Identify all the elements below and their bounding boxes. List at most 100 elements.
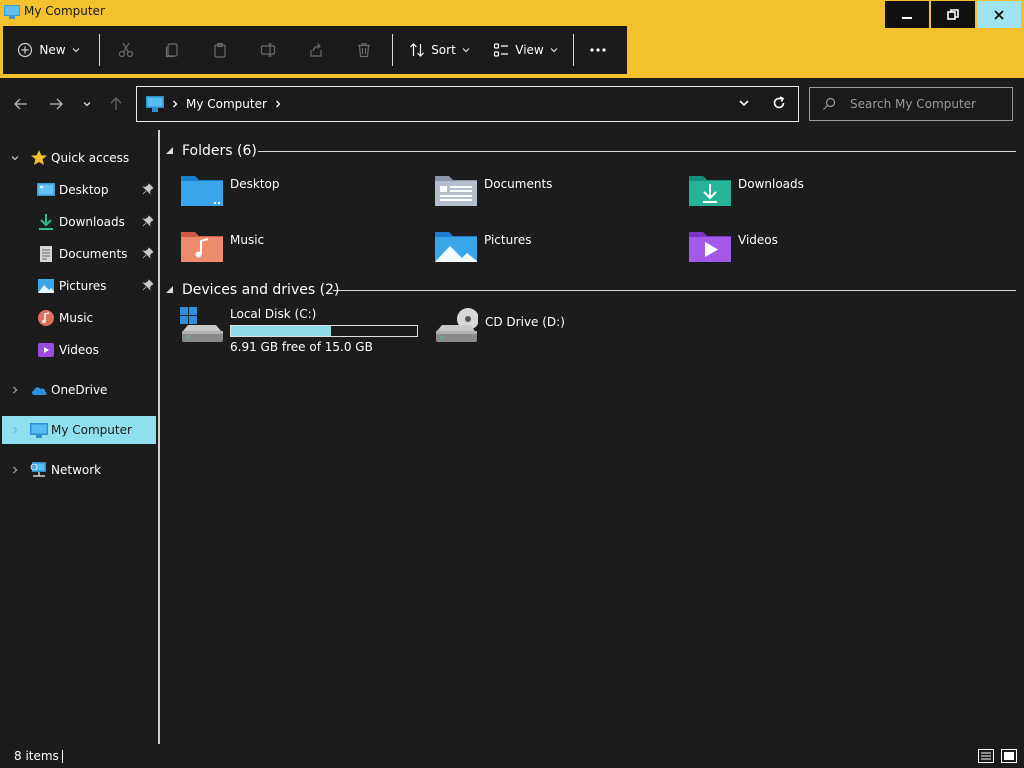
sidebar-item-downloads[interactable]: Downloads (2, 208, 156, 236)
folder-documents[interactable]: Documents (434, 172, 684, 216)
sidebar-item-desktop[interactable]: Desktop (2, 176, 156, 204)
minimize-button[interactable] (885, 1, 929, 28)
drive-free-space: 6.91 GB free of 15.0 GB (230, 340, 373, 354)
restore-button[interactable] (931, 1, 975, 28)
sort-label: Sort (431, 43, 456, 57)
rename-icon (260, 43, 276, 57)
pane-splitter[interactable] (158, 130, 160, 744)
sidebar-item-network[interactable]: Network (2, 456, 156, 484)
folder-downloads[interactable]: Downloads (688, 172, 938, 216)
arrow-left-icon (14, 98, 27, 110)
sidebar-item-label: OneDrive (51, 383, 108, 397)
pin-icon[interactable] (142, 279, 154, 291)
sort-button[interactable]: Sort (397, 26, 483, 74)
chevron-right-icon (13, 466, 18, 474)
documents-icon (40, 246, 52, 262)
sidebar-item-onedrive[interactable]: OneDrive (2, 376, 156, 404)
sidebar-item-label: Desktop (59, 183, 109, 197)
sidebar-item-label: Pictures (59, 279, 107, 293)
address-bar[interactable]: My Computer (136, 86, 799, 122)
scissors-icon (118, 42, 134, 58)
refresh-button[interactable] (772, 96, 786, 113)
sidebar-item-label: Downloads (59, 215, 125, 229)
view-button[interactable]: View (483, 26, 569, 74)
details-view-button[interactable] (978, 748, 994, 763)
plus-circle-icon (18, 42, 33, 58)
section-title: Devices and drives (2) (182, 282, 340, 298)
search-box[interactable]: Search My Computer (809, 87, 1013, 121)
folders-section-header[interactable]: Folders (6) (166, 141, 257, 161)
pin-icon[interactable] (142, 215, 154, 227)
sidebar-item-videos[interactable]: Videos (2, 336, 156, 364)
folder-music[interactable]: Music (180, 228, 430, 272)
sidebar-item-label: Quick access (51, 151, 130, 165)
sidebar-item-pictures[interactable]: Pictures (2, 272, 156, 300)
folder-name: Documents (484, 177, 553, 191)
copy-icon (165, 43, 178, 58)
sidebar-item-documents[interactable]: Documents (2, 240, 156, 268)
refresh-icon (773, 96, 785, 109)
forward-button[interactable] (44, 92, 68, 116)
minimize-icon (902, 16, 912, 19)
folder-pictures[interactable]: Pictures (434, 228, 684, 272)
sidebar-item-quick-access[interactable]: Quick access (2, 144, 156, 172)
recent-locations-button[interactable] (75, 92, 99, 116)
copy-button[interactable] (148, 26, 196, 74)
rename-button[interactable] (244, 26, 292, 74)
sort-icon (410, 43, 425, 57)
large-icons-view-button[interactable] (1001, 748, 1017, 763)
folder-desktop[interactable]: Desktop (180, 172, 430, 216)
view-list-icon (494, 43, 509, 57)
restore-icon (947, 8, 959, 20)
paste-button[interactable] (196, 26, 244, 74)
chevron-down-icon (11, 156, 19, 161)
downloads-icon (39, 214, 53, 230)
pictures-folder-icon (435, 232, 477, 262)
address-history-button[interactable] (738, 97, 750, 112)
close-button[interactable] (977, 1, 1021, 28)
folder-name: Downloads (738, 177, 804, 191)
folder-name: Videos (738, 233, 778, 247)
search-placeholder[interactable]: Search My Computer (850, 97, 976, 111)
sidebar-item-my-computer[interactable]: My Computer (2, 416, 156, 444)
cd-drive-icon (436, 308, 478, 342)
status-bar: 8 items (0, 744, 1024, 768)
sidebar-item-music[interactable]: Music (2, 304, 156, 332)
pin-icon[interactable] (142, 247, 154, 259)
ellipsis-icon (590, 48, 606, 52)
drive-local-disk-c[interactable]: Local Disk (C:) 6.91 GB free of 15.0 GB (180, 307, 420, 357)
documents-folder-icon (435, 176, 477, 206)
view-label: View (515, 43, 544, 57)
large-icons-view-icon (1001, 748, 1017, 763)
downloads-folder-icon (689, 176, 731, 206)
chevron-right-icon (13, 386, 18, 394)
pin-icon[interactable] (142, 183, 154, 195)
folder-videos[interactable]: Videos (688, 228, 938, 272)
up-button[interactable] (104, 92, 128, 116)
computer-icon (4, 5, 20, 19)
arrow-right-icon (50, 98, 63, 110)
sidebar-item-label: My Computer (51, 423, 132, 437)
address-path[interactable]: My Computer (186, 97, 267, 111)
sidebar-item-label: Music (59, 311, 94, 325)
drives-section-header[interactable]: Devices and drives (2) (166, 280, 339, 300)
chevron-down-icon (72, 48, 80, 53)
section-divider (258, 151, 1016, 152)
window-title: My Computer (24, 4, 105, 18)
star-icon (31, 150, 47, 165)
share-button[interactable] (292, 26, 340, 74)
back-button[interactable] (9, 92, 33, 116)
cut-button[interactable] (104, 26, 148, 74)
clipboard-icon (214, 42, 226, 58)
close-icon (994, 9, 1004, 20)
section-title: Folders (6) (182, 143, 257, 159)
capacity-bar (230, 325, 418, 337)
cloud-icon (31, 387, 47, 395)
delete-button[interactable] (340, 26, 388, 74)
details-view-icon (978, 748, 994, 763)
chevron-down-icon (739, 100, 749, 107)
more-options-button[interactable] (578, 26, 618, 74)
drive-cd-d[interactable]: CD Drive (D:) (434, 307, 594, 357)
new-button[interactable]: New (3, 26, 95, 74)
chevron-right-icon (275, 100, 281, 108)
